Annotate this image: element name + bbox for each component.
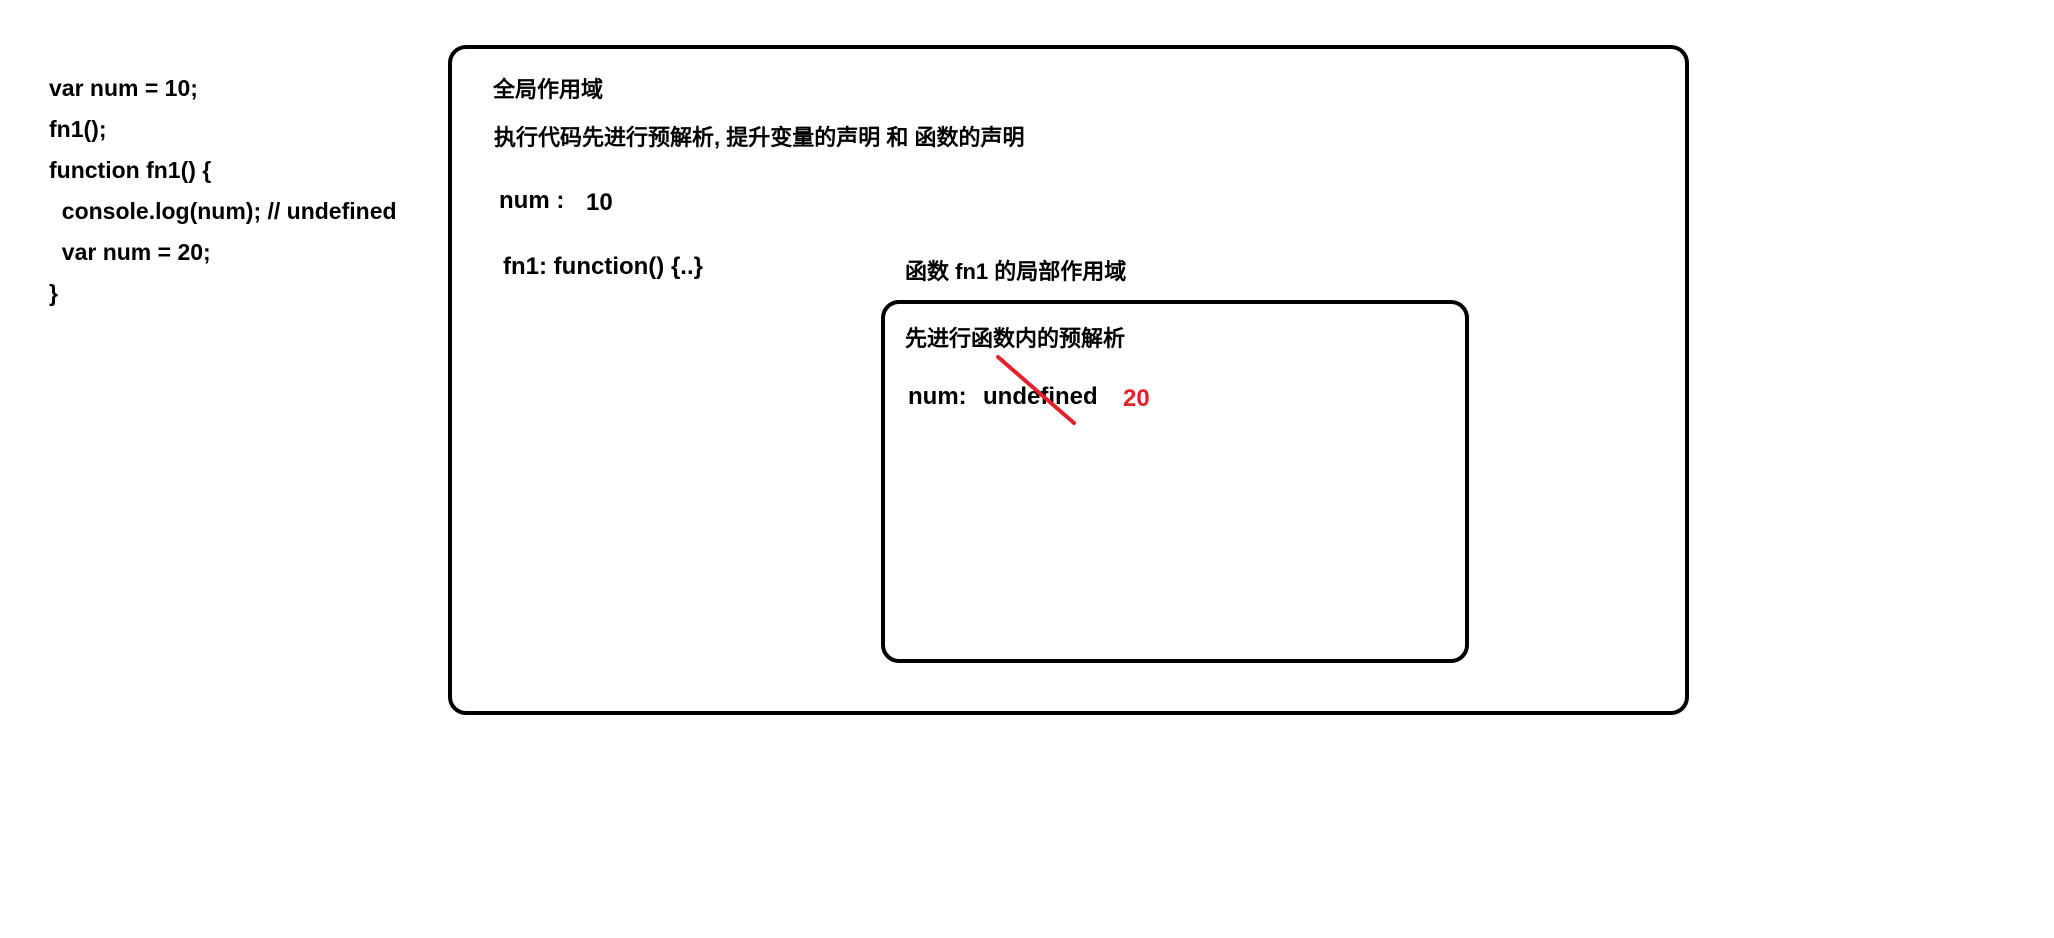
strike-through-line xyxy=(996,355,1076,425)
